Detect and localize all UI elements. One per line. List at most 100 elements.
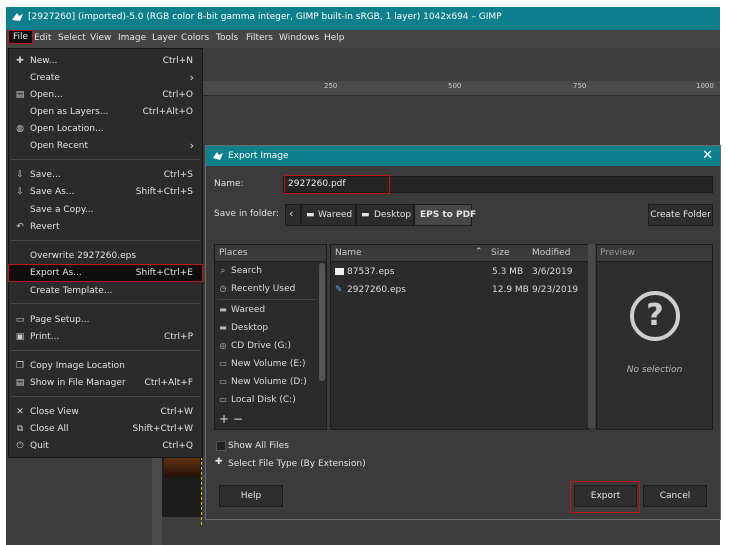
menu-item-label: Close All [30,424,69,434]
menu-item-shortcut: Ctrl+S [163,170,193,180]
eps-file-icon: ✎ [335,285,343,295]
menu-filters[interactable]: Filters [246,33,273,43]
dialog-title-bar: Export Image ✕ [206,146,720,166]
menu-separator [11,159,200,160]
place-search[interactable]: ⌕ Search [215,263,315,279]
menu-image[interactable]: Image [118,33,146,43]
folder-icon: ▤ [15,378,25,388]
menu-item-open-recent[interactable]: Open Recent › [9,138,202,154]
menu-colors[interactable]: Colors [181,33,209,43]
place-recently-used[interactable]: ◷ Recently Used [215,281,315,297]
menu-layer[interactable]: Layer [152,33,177,43]
menu-item-open[interactable]: ▤ Open... Ctrl+O [9,87,202,103]
menu-help[interactable]: Help [324,33,345,43]
menu-item-open-location[interactable]: ◍ Open Location... [9,121,202,137]
menu-item-new[interactable]: ✚ New... Ctrl+N [9,53,202,69]
column-name[interactable]: Name [335,248,362,258]
menu-item-show-in-file-manager[interactable]: ▤ Show in File Manager Ctrl+Alt+F [9,375,202,391]
menu-item-create-template[interactable]: Create Template... [9,283,202,299]
place-local-disk-c[interactable]: ▭ Local Disk (C:) [215,392,315,408]
cancel-button[interactable]: Cancel [643,485,707,507]
menu-item-shortcut: Ctrl+P [164,332,193,342]
menu-item-export-as[interactable]: Export As... Shift+Ctrl+E [8,264,203,282]
place-new-volume-e[interactable]: ▭ New Volume (E:) [215,356,315,372]
file-row[interactable]: 87537.eps 5.3 MB 3/6/2019 [331,264,588,280]
place-cd-drive[interactable]: ◎ CD Drive (G:) [215,338,315,354]
dialog-title: Export Image [228,151,289,161]
places-footer: + − [215,411,326,429]
place-label: Recently Used [231,284,296,294]
menu-item-label: Show in File Manager [30,378,126,388]
ruler-mark: 1000 [696,82,714,90]
place-label: Local Disk (C:) [231,395,296,405]
menu-item-label: Export As... [30,268,82,278]
breadcrumb-label: Desktop [374,210,412,220]
menu-item-label: Overwrite 2927260.eps [30,251,137,261]
menu-item-revert[interactable]: ↶ Revert [9,219,202,235]
drive-icon: ▭ [219,359,227,368]
menu-bar: File Edit Select View Image Layer Colors… [6,30,720,48]
quit-icon: ⏻ [16,441,24,451]
file-size: 12.9 MB [492,285,529,295]
menu-windows[interactable]: Windows [279,33,319,43]
file-list-scrollbar[interactable] [588,244,595,428]
file-list: Name ⌃ Size Modified 87537.eps 5.3 MB 3/… [330,244,589,430]
place-new-volume-d[interactable]: ▭ New Volume (D:) [215,374,315,390]
menu-item-label: Save As... [30,187,75,197]
place-label: Desktop [231,323,269,333]
place-desktop[interactable]: ▬ Desktop [215,320,315,336]
add-bookmark-icon[interactable]: + [219,412,229,426]
menu-item-quit[interactable]: ⏻ Quit Ctrl+Q [9,438,202,454]
help-button[interactable]: Help [219,485,283,507]
breadcrumb-desktop[interactable]: ▬ Desktop [356,204,414,226]
breadcrumb-eps-to-pdf[interactable]: EPS to PDF [414,204,476,226]
folder-icon: ▬ [219,323,227,332]
menu-item-label: Create Template... [30,286,113,296]
place-label: Wareed [231,305,266,315]
folder-icon: ▬ [306,210,315,220]
export-highlight [570,481,640,513]
menu-item-print[interactable]: ▣ Print... Ctrl+P [9,329,202,345]
window-title: [2927260] (imported)-5.0 (RGB color 8-bi… [28,12,502,22]
menu-item-copy-location[interactable]: ❐ Copy Image Location [9,358,202,374]
globe-icon: ◍ [16,124,24,134]
menu-item-label: Open Recent [30,141,89,151]
file-modified: 3/6/2019 [532,267,573,277]
gimp-icon [12,13,23,21]
menu-edit[interactable]: Edit [34,33,51,43]
menu-item-shortcut: Ctrl+Alt+O [142,107,193,117]
place-wareed[interactable]: ▬ Wareed [215,302,315,318]
expander-icon[interactable]: ✚ [215,457,223,467]
breadcrumb-wareed[interactable]: ▬ Wareed [301,204,356,226]
menu-file[interactable]: File [7,30,34,44]
menu-view[interactable]: View [90,33,111,43]
menu-item-close-view[interactable]: ✕ Close View Ctrl+W [9,404,202,420]
select-file-type-label[interactable]: Select File Type (By Extension) [228,459,366,469]
file-name: 87537.eps [347,267,395,277]
show-all-files-checkbox[interactable] [216,441,226,451]
show-all-files-label: Show All Files [228,441,289,451]
menu-item-create[interactable]: Create › [9,70,202,86]
file-list-header: Name ⌃ Size Modified [331,245,588,262]
menu-tools[interactable]: Tools [216,33,238,43]
create-folder-button[interactable]: Create Folder [648,204,713,226]
menu-item-page-setup[interactable]: ▭ Page Setup... [9,312,202,328]
menu-item-overwrite[interactable]: Overwrite 2927260.eps [9,248,202,264]
menu-item-label: Print... [30,332,60,342]
menu-item-open-as-layers[interactable]: Open as Layers... Ctrl+Alt+O [9,104,202,120]
menu-item-save-as[interactable]: ⇩ Save As... Shift+Ctrl+S [9,184,202,200]
menu-item-close-all[interactable]: ⧉ Close All Shift+Ctrl+W [9,421,202,437]
menu-item-save[interactable]: ⇩ Save... Ctrl+S [9,167,202,183]
close-icon[interactable]: ✕ [702,148,713,163]
breadcrumb-back-button[interactable]: ‹ [285,204,301,226]
cd-icon: ◎ [219,341,227,350]
menu-select[interactable]: Select [58,33,86,43]
recent-icon: ◷ [219,284,227,293]
remove-bookmark-icon[interactable]: − [233,412,243,426]
column-size[interactable]: Size [491,248,509,258]
menu-item-save-copy[interactable]: Save a Copy... [9,202,202,218]
column-modified[interactable]: Modified [532,248,570,258]
places-scrollbar[interactable] [319,263,325,381]
folder-icon: ▬ [361,210,370,220]
file-row[interactable]: ✎ 2927260.eps 12.9 MB 9/23/2019 [331,282,588,298]
